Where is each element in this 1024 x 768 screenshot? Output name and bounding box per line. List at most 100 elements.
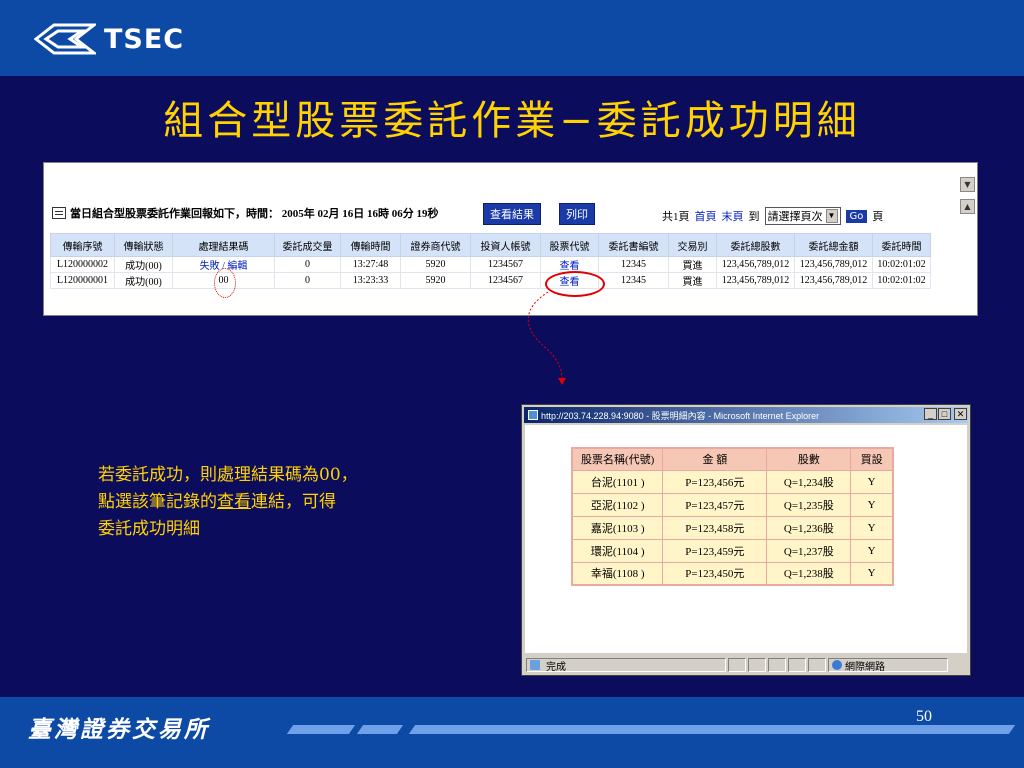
minimize-icon[interactable]: _ bbox=[924, 408, 937, 420]
report-heading-row: 當日組合型股票委託作業回報如下，時間： 2005年 02月 16日 16時 06… bbox=[52, 205, 439, 221]
cell: 環泥(1104 ) bbox=[571, 538, 664, 563]
page-select[interactable]: 請選擇頁次 ▼ bbox=[764, 207, 841, 225]
status-bar: 完成 網際網路 bbox=[524, 656, 968, 674]
status-segment bbox=[768, 658, 786, 672]
cell: Y bbox=[850, 515, 894, 540]
view-link[interactable]: 查看 bbox=[540, 256, 599, 273]
cell: Y bbox=[850, 492, 894, 517]
status-zone: 網際網路 bbox=[845, 661, 885, 673]
scroll-down-button[interactable]: ▼ bbox=[960, 177, 975, 192]
cell: Q=1,236股 bbox=[766, 515, 852, 540]
instruction-note: 若委託成功，則處理結果碼為00， 點選該筆記錄的查看連結，可得 委託成功明細 bbox=[98, 462, 458, 543]
first-page-link[interactable]: 首頁 bbox=[695, 208, 717, 224]
col-header: 投資人帳號 bbox=[470, 233, 541, 257]
stock-detail-window: http://203.74.228.94:9080 - 股票明細內容 - Mic… bbox=[521, 404, 971, 676]
decorative-stripe bbox=[408, 725, 1016, 734]
cell: Q=1,237股 bbox=[766, 538, 852, 563]
col-header: 委託總股數 bbox=[716, 233, 795, 257]
cell: 0 bbox=[274, 256, 341, 273]
col-header: 金 額 bbox=[662, 447, 768, 471]
report-header-row: 傳輸序號 傳輸狀態 處理結果碼 委託成交量 傳輸時間 證券商代號 投資人帳號 股… bbox=[50, 233, 931, 257]
col-header: 股數 bbox=[766, 447, 852, 471]
table-row: 台泥(1101 ) P=123,456元 Q=1,234股 Y bbox=[571, 469, 894, 494]
col-header: 股票名稱(代號) bbox=[571, 447, 664, 471]
cell: L120000001 bbox=[50, 272, 115, 289]
zone-segment: 網際網路 bbox=[828, 658, 948, 673]
print-button[interactable]: 列印 bbox=[559, 203, 595, 225]
cell: 買進 bbox=[668, 256, 717, 273]
page-icon bbox=[530, 660, 540, 670]
table-row: L120000002 成功(00) 失敗 / 編輯 0 13:27:48 592… bbox=[50, 256, 931, 273]
table-row: 嘉泥(1103 ) P=123,458元 Q=1,236股 Y bbox=[571, 515, 894, 540]
col-header: 委託書編號 bbox=[598, 233, 669, 257]
report-heading: 當日組合型股票委託作業回報如下，時間： 2005年 02月 16日 16時 06… bbox=[70, 208, 439, 220]
window-title: http://203.74.228.94:9080 - 股票明細內容 - Mic… bbox=[541, 410, 820, 421]
cell: Q=1,235股 bbox=[766, 492, 852, 517]
status-segment bbox=[808, 658, 826, 672]
status-done: 完成 bbox=[546, 661, 566, 673]
document-icon bbox=[52, 207, 66, 219]
cell: Y bbox=[850, 538, 894, 563]
cell: Q=1,234股 bbox=[766, 469, 852, 494]
cell: 1234567 bbox=[470, 272, 541, 289]
last-page-link[interactable]: 末頁 bbox=[722, 208, 744, 224]
window-title-bar[interactable]: http://203.74.228.94:9080 - 股票明細內容 - Mic… bbox=[524, 407, 968, 423]
cell: 幸福(1108 ) bbox=[571, 561, 664, 586]
note-line-2: 點選該筆記錄的查看連結，可得 bbox=[98, 489, 458, 516]
cell: 10:02:01:02 bbox=[872, 256, 931, 273]
note-line-1: 若委託成功，則處理結果碼為00， bbox=[98, 465, 358, 485]
col-header: 證券商代號 bbox=[400, 233, 471, 257]
cell: 123,456,789,012 bbox=[716, 272, 795, 289]
cell: 123,456,789,012 bbox=[794, 272, 873, 289]
col-header: 傳輸時間 bbox=[340, 233, 401, 257]
ie-icon bbox=[528, 410, 538, 420]
organization-name: 臺灣證券交易所 bbox=[28, 716, 210, 743]
cell: 1234567 bbox=[470, 256, 541, 273]
cell: Y bbox=[850, 469, 894, 494]
cell: L120000002 bbox=[50, 256, 115, 273]
cell: P=123,457元 bbox=[662, 492, 768, 517]
cell: 成功(00) bbox=[114, 272, 173, 289]
callout-arrow bbox=[527, 291, 566, 385]
result-code-highlight-circle bbox=[214, 268, 236, 298]
logo-text: TSEC bbox=[104, 23, 185, 55]
scroll-up-button[interactable]: ▲ bbox=[960, 199, 975, 214]
note-line-2-pre: 點選該筆記錄的 bbox=[98, 492, 217, 512]
cell: 123,456,789,012 bbox=[716, 256, 795, 273]
status-segment bbox=[728, 658, 746, 672]
table-row: 幸福(1108 ) P=123,450元 Q=1,238股 Y bbox=[571, 561, 894, 586]
col-header: 委託時間 bbox=[872, 233, 931, 257]
page-suffix: 頁 bbox=[872, 211, 884, 223]
close-icon[interactable]: ✕ bbox=[954, 408, 967, 420]
note-line-3: 委託成功明細 bbox=[98, 519, 200, 539]
globe-icon bbox=[832, 660, 842, 670]
stock-detail-table: 股票名稱(代號) 金 額 股數 買設 台泥(1101 ) P=123,456元 … bbox=[571, 447, 894, 586]
col-header: 傳輸序號 bbox=[50, 233, 115, 257]
view-result-button[interactable]: 查看結果 bbox=[483, 203, 541, 225]
cell: 買進 bbox=[668, 272, 717, 289]
cell: 嘉泥(1103 ) bbox=[571, 515, 664, 540]
status-segment bbox=[788, 658, 806, 672]
col-header: 委託總金額 bbox=[794, 233, 873, 257]
go-button[interactable]: Go bbox=[845, 209, 868, 223]
chevron-down-icon[interactable]: ▼ bbox=[825, 209, 838, 223]
cell: 台泥(1101 ) bbox=[571, 469, 664, 494]
detail-header-row: 股票名稱(代號) 金 額 股數 買設 bbox=[571, 447, 894, 471]
cell: 5920 bbox=[400, 272, 471, 289]
cell: P=123,459元 bbox=[662, 538, 768, 563]
col-header: 股票代號 bbox=[540, 233, 599, 257]
goto-label: 到 bbox=[748, 211, 760, 223]
cell: Y bbox=[850, 561, 894, 586]
decorative-stripe bbox=[356, 725, 404, 734]
cell: 成功(00) bbox=[114, 256, 173, 273]
tsec-logo: TSEC bbox=[34, 22, 204, 56]
table-row: L120000001 成功(00) 00 0 13:23:33 5920 123… bbox=[50, 272, 931, 289]
cell: 12345 bbox=[598, 256, 669, 273]
col-header: 處理結果碼 bbox=[172, 233, 275, 257]
cell: P=123,458元 bbox=[662, 515, 768, 540]
page-number: 50 bbox=[916, 708, 932, 725]
decorative-stripe bbox=[286, 725, 356, 734]
cell: 123,456,789,012 bbox=[794, 256, 873, 273]
maximize-icon[interactable]: □ bbox=[938, 408, 951, 420]
col-header: 交易別 bbox=[668, 233, 717, 257]
